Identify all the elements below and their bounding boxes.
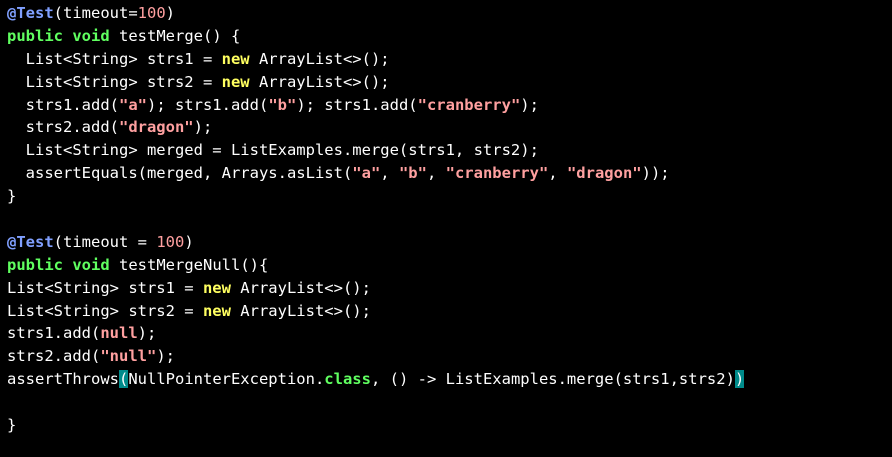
code-text: , (426, 164, 446, 183)
string-literal-token: "a" (352, 164, 381, 183)
code-line[interactable]: public void testMergeNull(){ (0, 254, 892, 277)
annotation-token: @Test (7, 232, 54, 251)
string-literal-token: "null" (100, 347, 157, 366)
code-line[interactable]: List<String> merged = ListExamples.merge… (0, 139, 892, 162)
matched-bracket: ) (734, 370, 745, 389)
code-text: List<String> strs2 = (7, 72, 222, 91)
new-keyword-token: new (221, 49, 250, 68)
code-text: ); (156, 347, 175, 366)
code-text: ArrayList<>(); (230, 278, 371, 297)
code-text: List<String> strs2 = (7, 301, 203, 320)
code-text: strs2.add( (7, 118, 119, 137)
code-text: (timeout = (53, 232, 157, 251)
code-line[interactable]: List<String> strs1 = new ArrayList<>(); (0, 277, 892, 300)
string-literal-token: "cranberry" (445, 164, 549, 183)
code-text: ) (184, 232, 194, 251)
number-literal-token: 100 (156, 232, 185, 251)
keyword-token: void (72, 26, 110, 45)
string-literal-token: "b" (398, 164, 427, 183)
code-line[interactable]: @Test(timeout=100) (0, 2, 892, 25)
code-editor[interactable]: @Test(timeout=100) public void testMerge(… (0, 0, 892, 457)
code-text: testMergeNull(){ (109, 255, 269, 274)
null-literal-token: null (100, 324, 138, 343)
code-text: ); (193, 118, 213, 137)
code-line[interactable]: strs1.add(null); (0, 322, 892, 345)
code-line[interactable]: } (0, 414, 892, 437)
new-keyword-token: new (202, 301, 231, 320)
code-text: , (380, 164, 399, 183)
code-text: ); (520, 95, 539, 114)
code-text: testMerge() { (109, 26, 241, 45)
code-text: } (7, 416, 17, 435)
matched-bracket: ( (118, 370, 129, 389)
code-line[interactable] (0, 208, 892, 231)
code-text: ); strs1.add( (296, 95, 418, 114)
string-literal-token: "cranberry" (417, 95, 521, 114)
code-text: List<String> strs1 = (7, 49, 222, 68)
code-text: ) (165, 4, 176, 22)
class-keyword-token: class (324, 370, 371, 389)
new-keyword-token: new (202, 278, 231, 297)
code-text: ); (137, 324, 157, 343)
code-text: , (548, 164, 567, 183)
new-keyword-token: new (221, 72, 250, 91)
code-text: assertThrows (7, 370, 119, 389)
code-line[interactable]: List<String> strs2 = new ArrayList<>(); (0, 300, 892, 323)
code-line[interactable]: strs2.add("null"); (0, 345, 892, 368)
string-literal-token: "dragon" (118, 118, 194, 137)
code-text: ); strs1.add( (146, 95, 269, 114)
code-text: strs2.add( (7, 347, 101, 366)
code-text: (timeout= (53, 4, 138, 22)
code-text: , () -> ListExamples.merge(strs1,strs2) (370, 370, 735, 389)
code-text: strs1.add( (7, 324, 101, 343)
code-text: ArrayList<>(); (249, 72, 390, 91)
code-text: ArrayList<>(); (230, 301, 371, 320)
string-literal-token: "a" (118, 95, 147, 114)
code-line[interactable]: assertThrows(NullPointerException.class,… (0, 368, 892, 391)
code-text: ArrayList<>(); (249, 49, 390, 68)
code-line[interactable]: assertEquals(merged, Arrays.asList("a", … (0, 162, 892, 185)
code-line[interactable]: @Test(timeout = 100) (0, 231, 892, 254)
code-line[interactable]: strs1.add("a"); strs1.add("b"); strs1.ad… (0, 94, 892, 117)
code-text: } (7, 187, 17, 206)
string-literal-token: "dragon" (566, 164, 642, 183)
annotation-token: @Test (7, 4, 54, 22)
code-text: List<String> merged = ListExamples.merge… (7, 141, 539, 160)
keyword-token: public (7, 26, 63, 45)
code-text: assertEquals(merged, Arrays.asList( (7, 164, 353, 183)
code-line[interactable] (0, 391, 892, 414)
code-line[interactable]: public void testMerge() { (0, 25, 892, 48)
code-line[interactable]: List<String> strs2 = new ArrayList<>(); (0, 71, 892, 94)
code-line[interactable]: } (0, 185, 892, 208)
code-text: strs1.add( (7, 95, 119, 114)
number-literal-token: 100 (137, 4, 166, 22)
string-literal-token: "b" (268, 95, 297, 114)
keyword-token: void (72, 255, 110, 274)
code-line[interactable]: List<String> strs1 = new ArrayList<>(); (0, 48, 892, 71)
code-text: )); (641, 164, 670, 183)
code-text: NullPointerException. (128, 370, 325, 389)
code-text: List<String> strs1 = (7, 278, 203, 297)
code-line[interactable]: strs2.add("dragon"); (0, 116, 892, 139)
keyword-token: public (7, 255, 63, 274)
